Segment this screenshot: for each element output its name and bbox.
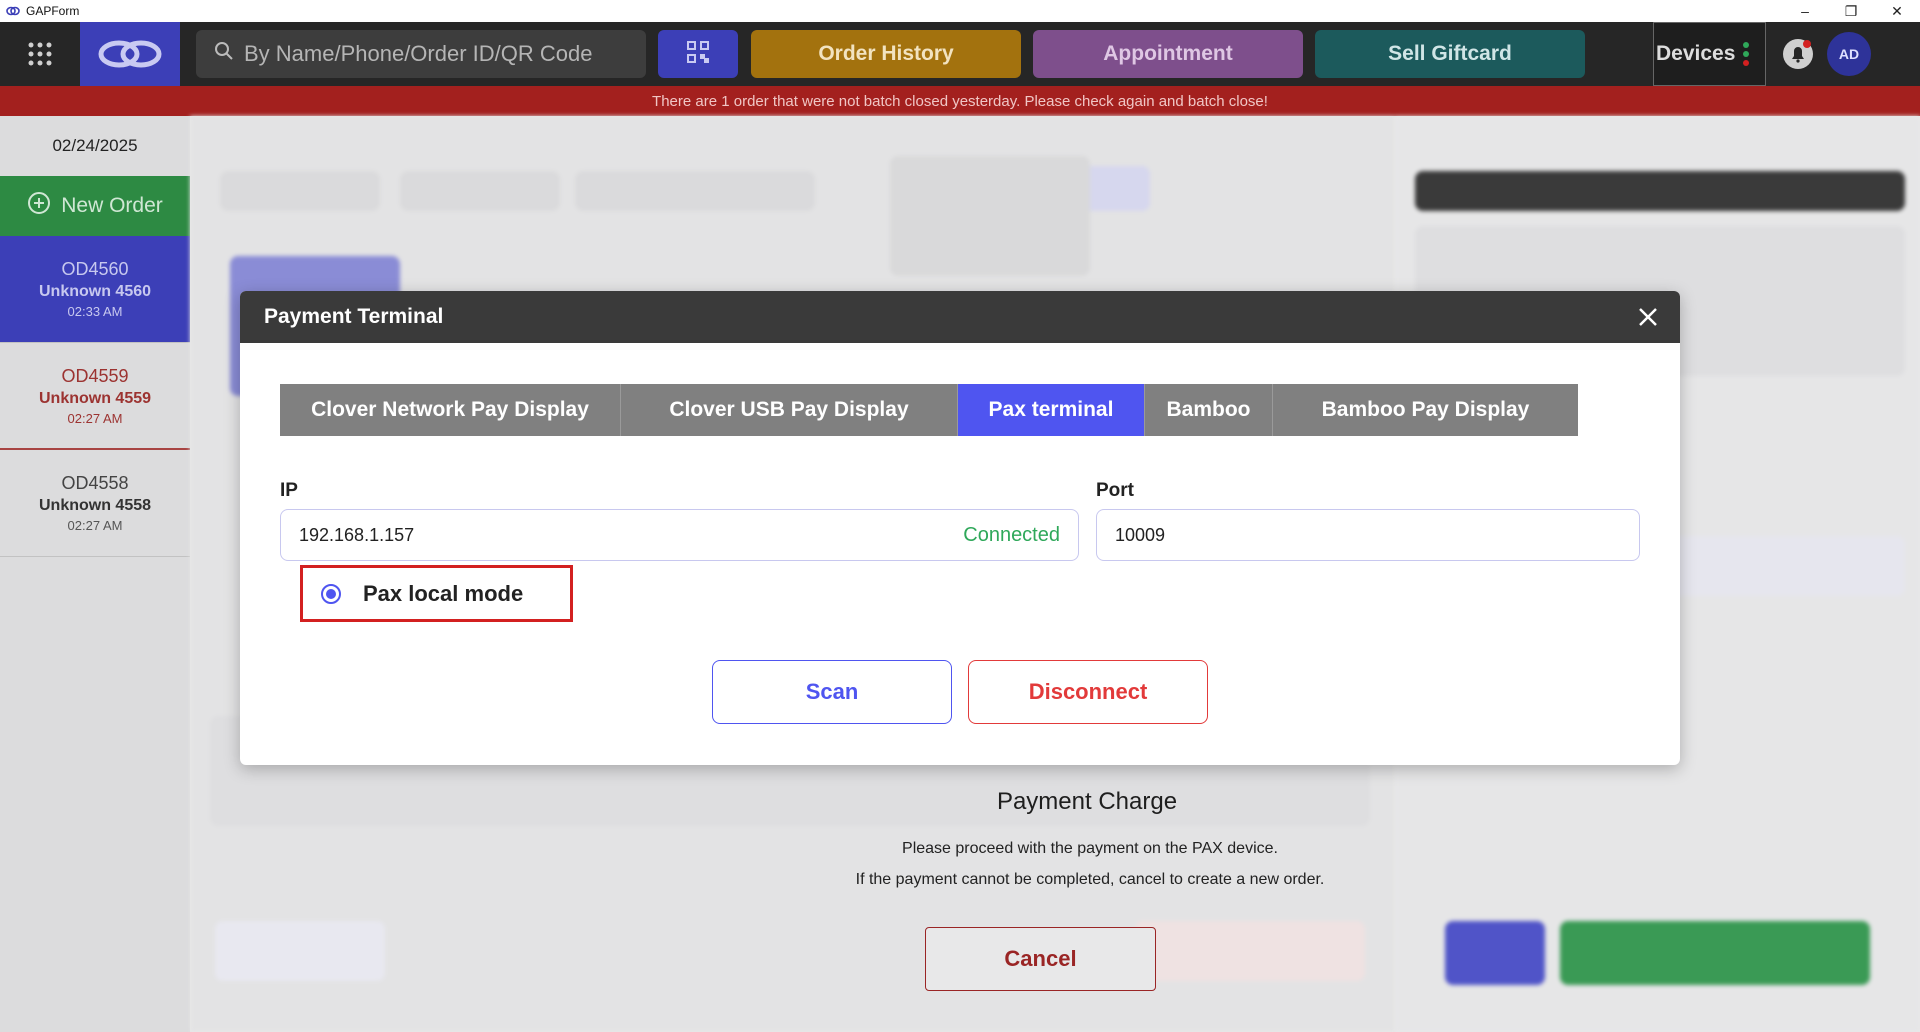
pax-local-mode-label: Pax local mode — [363, 580, 524, 606]
radio-selected-icon[interactable] — [321, 583, 341, 604]
port-value: 10009 — [1115, 524, 1166, 545]
terminal-type-tabs: Clover Network Pay Display Clover USB Pa… — [280, 384, 1640, 436]
dialog-title: Payment Terminal — [264, 305, 444, 328]
tab-clover-usb-pay-display[interactable]: Clover USB Pay Display — [621, 384, 958, 436]
ip-label: IP — [280, 480, 298, 501]
window-close-button[interactable]: ✕ — [1874, 0, 1920, 22]
close-icon[interactable] — [1634, 303, 1662, 331]
batch-close-alert: There are 1 order that were not batch cl… — [0, 86, 1920, 116]
search-icon — [214, 41, 234, 67]
app-icon — [6, 4, 20, 18]
port-label: Port — [1096, 480, 1134, 501]
qr-scan-button[interactable] — [658, 30, 738, 78]
ip-field[interactable]: 192.168.1.157 Connected — [280, 509, 1079, 561]
search-input[interactable] — [244, 41, 624, 67]
tab-bamboo-pay-display[interactable]: Bamboo Pay Display — [1273, 384, 1578, 436]
tab-bamboo[interactable]: Bamboo — [1145, 384, 1273, 436]
apps-grid-icon[interactable] — [0, 22, 80, 86]
user-avatar[interactable]: AD — [1827, 32, 1871, 76]
port-field[interactable]: 10009 — [1096, 509, 1640, 561]
device-status-indicator — [1743, 42, 1750, 66]
search-box — [196, 30, 646, 78]
tab-pax-terminal[interactable]: Pax terminal — [958, 384, 1145, 436]
minimize-button[interactable]: – — [1782, 0, 1828, 22]
ip-value: 192.168.1.157 — [299, 524, 415, 545]
connection-status: Connected — [963, 523, 1060, 546]
pax-local-mode-option[interactable]: Pax local mode — [300, 565, 573, 622]
devices-button[interactable]: Devices — [1653, 22, 1766, 86]
tab-clover-network-pay-display[interactable]: Clover Network Pay Display — [280, 384, 621, 436]
devices-label: Devices — [1656, 42, 1736, 65]
window-title: GAPForm — [26, 4, 80, 18]
qr-code-icon — [687, 40, 709, 68]
scan-button[interactable]: Scan — [712, 660, 952, 724]
dialog-header: Payment Terminal — [240, 291, 1680, 343]
restore-button[interactable]: ❐ — [1828, 0, 1874, 22]
notification-bell-icon[interactable] — [1782, 38, 1814, 70]
payment-terminal-dialog: Payment Terminal Clover Network Pay Disp… — [240, 291, 1680, 765]
window-titlebar: GAPForm – ❐ ✕ — [0, 0, 1920, 22]
top-navbar: Order History Appointment Sell Giftcard … — [0, 22, 1920, 86]
brand-logo[interactable] — [80, 22, 180, 86]
sell-giftcard-button[interactable]: Sell Giftcard — [1315, 30, 1585, 78]
appointment-button[interactable]: Appointment — [1033, 30, 1303, 78]
order-history-button[interactable]: Order History — [751, 30, 1021, 78]
disconnect-button[interactable]: Disconnect — [968, 660, 1208, 724]
